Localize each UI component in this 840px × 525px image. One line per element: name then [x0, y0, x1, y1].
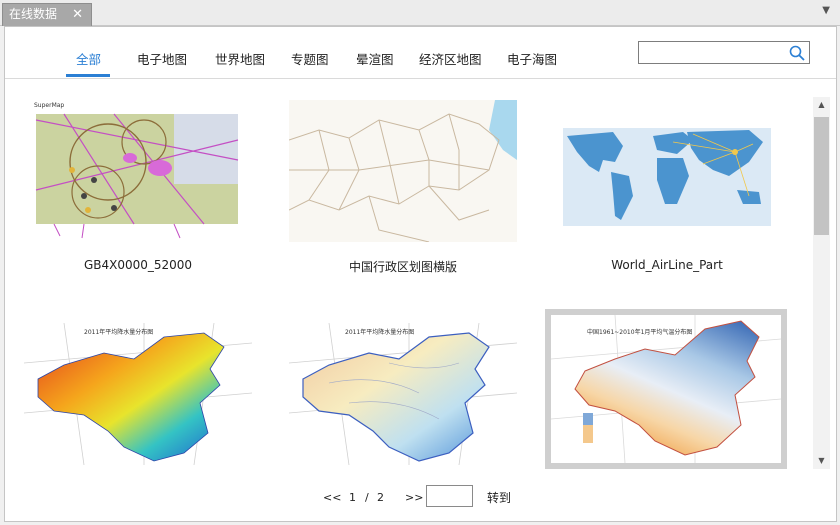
map-grid: SuperMap GB4X0000_52000 中国行政区划图横版 World_…	[5, 79, 811, 479]
tab-shaded-relief[interactable]: 晕渲图	[356, 49, 394, 68]
search-icon[interactable]	[788, 44, 806, 62]
page-number-input[interactable]	[426, 485, 473, 507]
map-card-title: World_AirLine_Part	[611, 258, 723, 272]
close-icon[interactable]: ✕	[72, 4, 83, 25]
map-thumbnail[interactable]: 2011年平均降水量分布图	[289, 323, 517, 465]
online-data-panel: 全部 电子地图 世界地图 专题图 晕渲图 经济区地图 电子海图 SuperMap…	[4, 26, 837, 522]
thumb-logo-text: SuperMap	[34, 102, 65, 109]
map-thumbnail[interactable]	[289, 100, 517, 242]
page-separator: /	[365, 491, 369, 504]
vertical-scrollbar[interactable]: ▲ ▼	[813, 97, 830, 469]
precipitation-contour-map-image	[289, 323, 517, 465]
scroll-down-icon[interactable]: ▼	[813, 453, 830, 469]
map-thumbnail[interactable]: 2011年平均降水量分布图	[24, 323, 252, 465]
tab-world-map[interactable]: 世界地图	[215, 49, 265, 68]
map-card-title: GB4X0000_52000	[83, 258, 193, 272]
active-tab-indicator	[66, 74, 110, 77]
prev-page-button[interactable]: <<	[323, 491, 341, 504]
total-pages: 2	[377, 491, 384, 504]
map-card-title: 中国行政区划图横版	[348, 260, 457, 274]
thumb-map-title: 2011年平均降水量分布图	[345, 329, 415, 336]
tab-title: 在线数据	[9, 7, 58, 21]
tab-nautical-chart[interactable]: 电子海图	[507, 49, 557, 68]
world-airline-map-image	[553, 100, 781, 242]
scroll-up-icon[interactable]: ▲	[813, 97, 830, 113]
go-to-page-button[interactable]: 转到	[487, 489, 511, 506]
precipitation-map-image	[24, 323, 252, 465]
thumb-map-title: 中国1961~2010年1月平均气温分布图	[587, 329, 693, 336]
chevron-down-icon[interactable]: ▼	[822, 5, 830, 16]
tab-online-data[interactable]: 在线数据 ✕	[2, 3, 92, 26]
nautical-map-image	[24, 100, 252, 242]
next-page-button[interactable]: >>	[405, 491, 423, 504]
pagination: << 1 / 2 >> 转到	[5, 482, 836, 512]
tab-electronic-map[interactable]: 电子地图	[137, 49, 187, 68]
map-thumbnail[interactable]: 中国1961~2010年1月平均气温分布图	[545, 309, 787, 469]
thumb-map-title: 2011年平均降水量分布图	[84, 329, 154, 336]
category-nav: 全部 电子地图 世界地图 专题图 晕渲图 经济区地图 电子海图	[5, 27, 836, 79]
current-page: 1	[349, 491, 356, 504]
tab-thematic-map[interactable]: 专题图	[291, 49, 329, 68]
scrollbar-thumb[interactable]	[814, 117, 829, 235]
map-thumbnail[interactable]	[553, 100, 781, 242]
tab-all[interactable]: 全部	[76, 49, 101, 68]
admin-map-image	[289, 100, 517, 242]
tab-bar: 在线数据 ✕ ▼	[0, 0, 840, 26]
map-thumbnail[interactable]: SuperMap	[24, 100, 252, 242]
tab-economic-zone-map[interactable]: 经济区地图	[419, 49, 482, 68]
search-input[interactable]	[638, 41, 810, 64]
